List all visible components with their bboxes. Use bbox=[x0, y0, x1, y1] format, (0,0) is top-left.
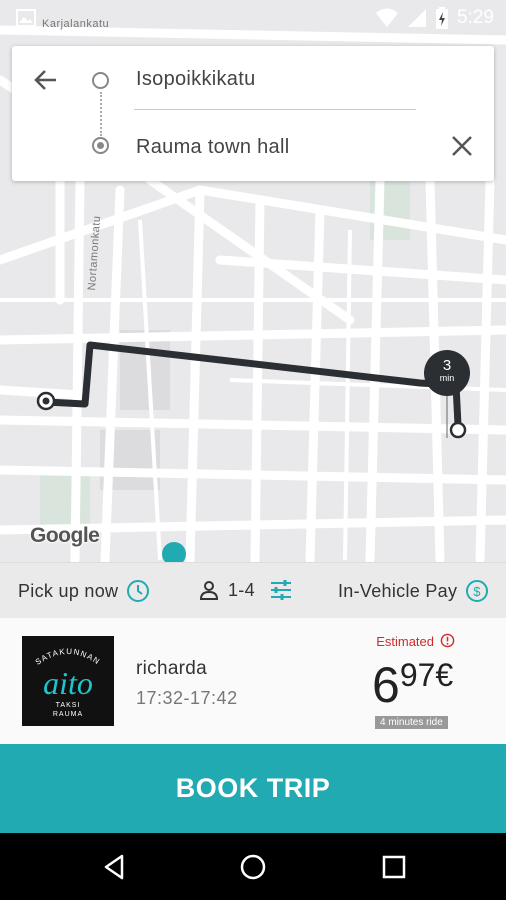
svg-text:SATAKUNNAN: SATAKUNNAN bbox=[34, 647, 102, 667]
signal-icon bbox=[408, 9, 427, 27]
status-bar: 5:29 bbox=[0, 0, 506, 36]
options-bar: Pick up now 1-4 In-Vehicle Pay $ bbox=[0, 562, 506, 618]
clock-icon bbox=[127, 580, 150, 602]
price-cents: 97€ bbox=[399, 657, 454, 693]
svg-text:TAKSI: TAKSI bbox=[56, 702, 81, 709]
pickup-time-label: Pick up now bbox=[18, 580, 119, 601]
wifi-icon bbox=[376, 8, 399, 27]
home-icon[interactable] bbox=[237, 851, 269, 883]
origin-text[interactable]: Isopoikkikatu bbox=[136, 68, 256, 91]
clear-destination-icon[interactable] bbox=[448, 132, 476, 160]
taxi-company-logo: SATAKUNNAN aito TAKSI RAUMA bbox=[22, 636, 114, 726]
back-icon[interactable] bbox=[98, 851, 130, 883]
image-icon bbox=[16, 9, 36, 27]
info-icon[interactable] bbox=[440, 633, 455, 648]
destination-text[interactable]: Rauma town hall bbox=[136, 136, 289, 159]
price-integer: 6 bbox=[372, 657, 400, 713]
filter-sliders-icon bbox=[270, 580, 291, 600]
driver-name: richarda bbox=[136, 658, 208, 679]
payment-label: In-Vehicle Pay bbox=[338, 580, 458, 601]
eta-value: 3 bbox=[442, 357, 452, 374]
eta-unit: min bbox=[439, 373, 455, 383]
svg-text:RAUMA: RAUMA bbox=[53, 711, 83, 718]
pickup-time-option[interactable]: Pick up now bbox=[18, 579, 150, 603]
arrival-time-range: 17:32-17:42 bbox=[136, 688, 238, 708]
svg-text:aito: aito bbox=[43, 665, 93, 701]
battery-charging-icon bbox=[436, 7, 449, 29]
passengers-option[interactable]: 1-4 bbox=[198, 579, 293, 601]
status-icons: 5:29 bbox=[375, 6, 494, 30]
eta-marker: 3 min bbox=[424, 350, 470, 396]
status-time: 5:29 bbox=[457, 7, 494, 28]
dollar-icon: $ bbox=[466, 580, 489, 602]
svg-text:$: $ bbox=[474, 584, 482, 599]
back-arrow-icon[interactable] bbox=[32, 66, 60, 94]
price: 697€ bbox=[372, 656, 453, 714]
ride-offer-card[interactable]: SATAKUNNAN aito TAKSI RAUMA richarda 17:… bbox=[0, 618, 506, 744]
destination-dot-icon bbox=[92, 137, 109, 154]
recents-icon[interactable] bbox=[378, 851, 410, 883]
aito-logo-icon: SATAKUNNAN aito TAKSI RAUMA bbox=[34, 647, 102, 718]
android-nav-bar bbox=[0, 833, 506, 900]
book-trip-button[interactable]: BOOK TRIP bbox=[0, 744, 506, 833]
origin-dot-icon bbox=[92, 72, 109, 89]
payment-option[interactable]: In-Vehicle Pay $ bbox=[338, 579, 489, 603]
google-logo: Google bbox=[30, 524, 100, 547]
ride-duration-badge: 4 minutes ride bbox=[375, 716, 448, 729]
passengers-label: 1-4 bbox=[228, 579, 255, 600]
route-connector bbox=[100, 92, 102, 136]
person-icon bbox=[199, 581, 219, 600]
route-card: Isopoikkikatu Rauma town hall bbox=[12, 46, 494, 181]
estimated-label: Estimated bbox=[376, 634, 434, 649]
